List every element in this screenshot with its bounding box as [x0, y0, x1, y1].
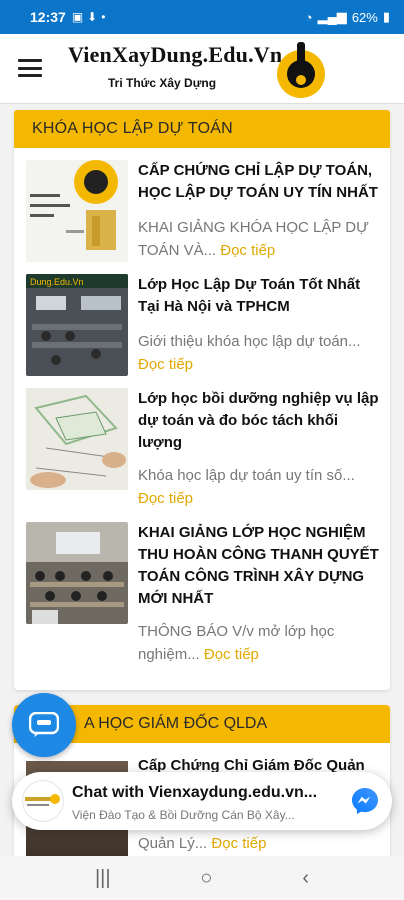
- logo-subtitle: Tri Thức Xây Dựng: [108, 76, 217, 90]
- read-more-link[interactable]: Đọc tiếp: [220, 242, 275, 259]
- list-item[interactable]: CẤP CHỨNG CHỈ LẬP DỰ TOÁN, HỌC LẬP DỰ TO…: [26, 160, 382, 270]
- dot-icon: •: [101, 10, 106, 24]
- article-excerpt: THÔNG BÁO V/v mở lớp học nghiệm... Đọc t…: [138, 623, 335, 663]
- article-thumbnail[interactable]: [26, 160, 128, 262]
- chat-subtitle: Viện Đào Tạo & Bồi Dưỡng Cán Bộ Xây...: [72, 808, 295, 822]
- article-thumbnail[interactable]: [26, 522, 128, 624]
- article-thumbnail[interactable]: Dung.Edu.Vn: [26, 274, 128, 376]
- read-more-link[interactable]: Đọc tiếp: [211, 835, 266, 852]
- read-more-link[interactable]: Đọc tiếp: [138, 490, 193, 507]
- article-title[interactable]: Lớp học bồi dưỡng nghiệp vụ lập dự toán …: [138, 388, 382, 454]
- zalo-chat-button[interactable]: [12, 693, 76, 757]
- page-avatar: [22, 780, 64, 822]
- article-excerpt: Khóa học lập dự toán uy tín số... Đọc ti…: [138, 467, 355, 507]
- list-item[interactable]: Lớp học bồi dưỡng nghiệp vụ lập dự toán …: [26, 388, 382, 512]
- zalo-icon: [29, 712, 59, 737]
- logo-title: VienXayDung.Edu.Vn: [68, 42, 283, 67]
- list-item[interactable]: Dung.Edu.Vn Lớp Học Lập Dự Toán Tốt Nhất…: [26, 274, 382, 384]
- wifi-icon: ◔: [304, 9, 313, 25]
- course-section-card: KHÓA HỌC LẬP DỰ TOÁN CẤP CHỨNG CHỈ LẬP D…: [14, 110, 390, 690]
- site-header: VienXayDung.Edu.Vn Tri Thức Xây Dựng: [0, 34, 404, 104]
- messenger-chat-bar[interactable]: Chat with Vienxaydung.edu.vn... Viện Đào…: [12, 772, 392, 830]
- status-time: 12:37: [30, 9, 66, 25]
- article-title[interactable]: Lớp Học Lập Dự Toán Tốt Nhất Tại Hà Nội …: [138, 274, 382, 318]
- battery-level: 62%: [351, 9, 378, 25]
- list-item[interactable]: KHAI GIẢNG LỚP HỌC NGHIỆM THU HOÀN CÔNG …: [26, 522, 382, 672]
- svg-text:Dung.Edu.Vn: Dung.Edu.Vn: [30, 277, 84, 287]
- read-more-link[interactable]: Đọc tiếp: [204, 646, 259, 663]
- download-icon: ⬇: [87, 10, 98, 24]
- recent-apps-icon[interactable]: |||: [95, 867, 111, 890]
- site-logo[interactable]: VienXayDung.Edu.Vn Tri Thức Xây Dựng: [60, 38, 330, 102]
- menu-icon[interactable]: [18, 59, 42, 77]
- home-icon[interactable]: ○: [200, 867, 212, 890]
- logo-power-icon: [277, 42, 325, 98]
- article-thumbnail[interactable]: [26, 388, 128, 490]
- article-excerpt: Quản Lý... Đọc tiếp: [138, 835, 267, 852]
- chat-title: Chat with Vienxaydung.edu.vn...: [72, 784, 318, 801]
- messenger-icon[interactable]: [350, 786, 380, 816]
- signal-icon: ▂▄▆: [317, 9, 347, 24]
- image-icon: ▣: [71, 10, 84, 24]
- android-nav-bar: ||| ○ ‹: [0, 856, 404, 900]
- section-title[interactable]: KHÓA HỌC LẬP DỰ TOÁN: [14, 110, 390, 148]
- read-more-link[interactable]: Đọc tiếp: [138, 356, 193, 373]
- article-excerpt: Giới thiệu khóa học lập dự toán... Đọc t…: [138, 333, 361, 373]
- status-bar: 12:37 ▣ ⬇ • ◔ ▂▄▆ 62% ▮: [0, 0, 404, 34]
- article-title[interactable]: KHAI GIẢNG LỚP HỌC NGHIỆM THU HOÀN CÔNG …: [138, 522, 382, 610]
- article-title[interactable]: CẤP CHỨNG CHỈ LẬP DỰ TOÁN, HỌC LẬP DỰ TO…: [138, 160, 382, 204]
- back-icon[interactable]: ‹: [302, 867, 309, 890]
- battery-icon: ▮: [382, 9, 390, 24]
- article-excerpt: KHAI GIẢNG KHÓA HỌC LẬP DỰ TOÁN VÀ... Đọ…: [138, 219, 369, 259]
